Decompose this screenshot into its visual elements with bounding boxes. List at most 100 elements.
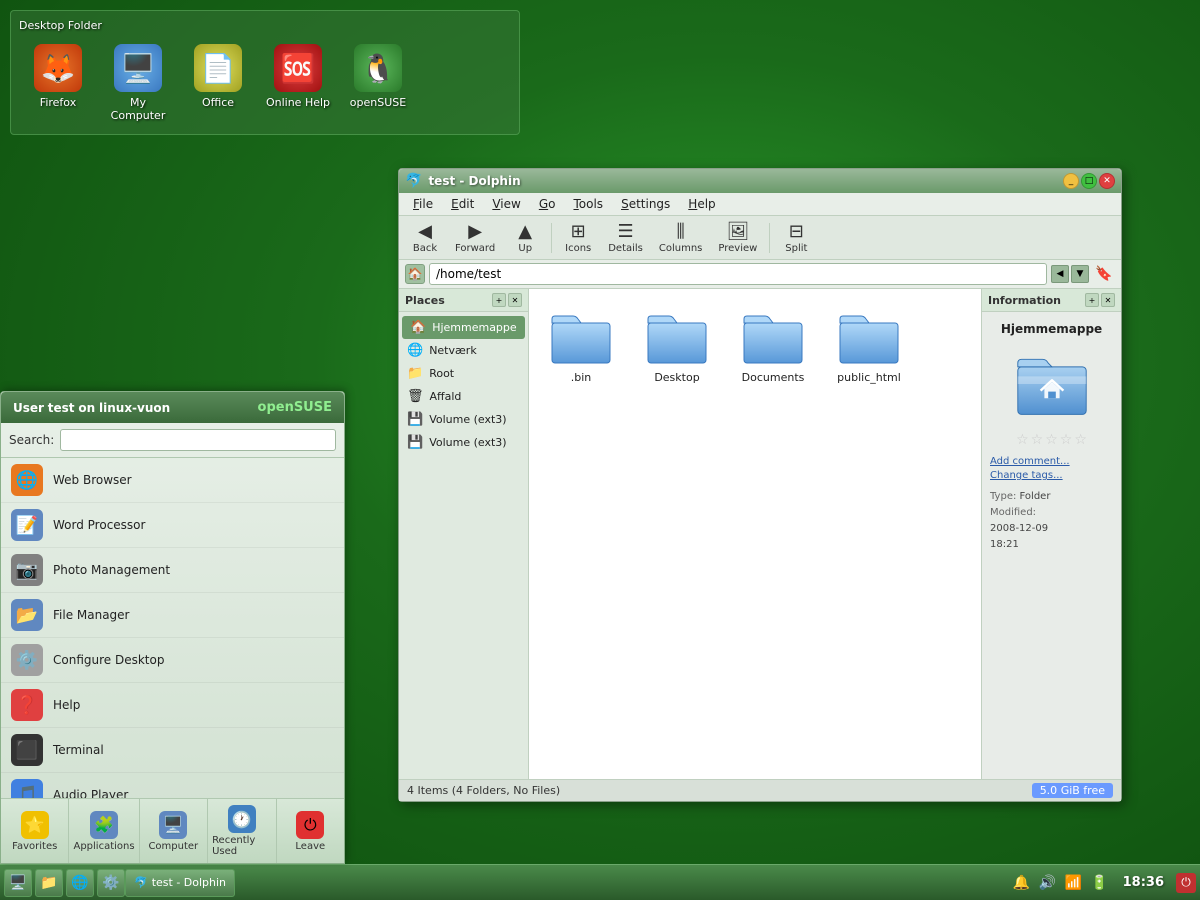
maximize-button[interactable]: □ xyxy=(1081,173,1097,189)
tray-icon-2[interactable]: 📶 xyxy=(1063,872,1085,894)
app-menu-icon-file-manager: 📂 xyxy=(11,599,43,631)
places-item-hjemmemappe[interactable]: 🏠 Hjemmemappe xyxy=(402,316,525,339)
menu-edit[interactable]: Edit xyxy=(443,195,482,213)
app-menu-item-web-browser[interactable]: 🌐 Web Browser xyxy=(1,458,344,503)
file-item-desktop[interactable]: Desktop xyxy=(637,301,717,388)
storage-value: 5.0 xyxy=(1040,784,1058,797)
places-item-affald[interactable]: 🗑 Affald xyxy=(399,385,528,408)
taskbar-clock: 18:36 xyxy=(1115,875,1172,890)
info-expand-button[interactable]: + xyxy=(1085,293,1099,307)
desktop-icon-emoji-opensuse: 🐧 xyxy=(361,52,396,85)
toolbar-columns[interactable]: ⫼ Columns xyxy=(653,219,709,256)
file-label-bin: .bin xyxy=(571,371,592,384)
window-title: test - Dolphin xyxy=(428,174,1057,188)
app-menu-item-terminal[interactable]: ⬛ Terminal xyxy=(1,728,344,773)
app-menu-item-configure-desktop[interactable]: ⚙️ Configure Desktop xyxy=(1,638,344,683)
desktop-icon-opensuse[interactable]: 🐧 openSUSE xyxy=(343,44,413,122)
footer-icon-computer: 🖥️ xyxy=(159,811,187,839)
app-menu-footer-applications[interactable]: 🧩 Applications xyxy=(69,799,139,863)
taskbar-app-show-desktop[interactable]: 🖥️ xyxy=(4,869,32,897)
taskbar-start: 🖥️📁🌐⚙️ xyxy=(4,869,125,897)
menu-help[interactable]: Help xyxy=(680,195,723,213)
places-item-netvaerk[interactable]: 🌐 Netværk xyxy=(399,339,528,362)
taskbar-window-icon: 🐬 xyxy=(134,876,148,889)
menu-tools[interactable]: Tools xyxy=(565,195,611,213)
close-button[interactable]: ✕ xyxy=(1099,173,1115,189)
location-bookmark-button[interactable]: 🔖 xyxy=(1093,263,1115,285)
toolbar-details[interactable]: ☰ Details xyxy=(602,219,649,256)
desktop-icon-online-help[interactable]: 🆘 Online Help xyxy=(263,44,333,122)
desktop-icon-my-computer[interactable]: 🖥️ MyComputer xyxy=(103,44,173,122)
taskbar-window-button[interactable]: 🐬 test - Dolphin xyxy=(125,869,235,897)
minimize-button[interactable]: _ xyxy=(1063,173,1079,189)
desktop-icon-firefox[interactable]: 🦊 Firefox xyxy=(23,44,93,122)
app-menu-footer-computer[interactable]: 🖥️ Computer xyxy=(140,799,208,863)
info-close-button[interactable]: ✕ xyxy=(1101,293,1115,307)
window-titlebar: 🐬 test - Dolphin _ □ ✕ xyxy=(399,169,1121,193)
places-label-affald: Affald xyxy=(430,390,462,403)
location-nav-left[interactable]: ◀ xyxy=(1051,265,1069,283)
info-stars[interactable]: ☆ ☆ ☆ ☆ ☆ xyxy=(1016,432,1087,448)
power-icon[interactable]: ⏻ xyxy=(1176,873,1196,893)
menu-file[interactable]: File xyxy=(405,195,441,213)
info-ctrl-buttons: + ✕ xyxy=(1085,293,1115,307)
location-nav-down[interactable]: ▼ xyxy=(1071,265,1089,283)
app-menu-item-audio-player[interactable]: 🎵 Audio Player xyxy=(1,773,344,798)
tray-icon-0[interactable]: 🔔 xyxy=(1011,872,1033,894)
taskbar: 🖥️📁🌐⚙️ 🐬 test - Dolphin 🔔🔊📶🔋 18:36 ⏻ xyxy=(0,864,1200,900)
hostname: linux-vuon xyxy=(99,401,170,415)
toolbar-split[interactable]: ⊟ Split xyxy=(776,219,816,256)
change-tags-link[interactable]: Change tags... xyxy=(990,470,1113,481)
icons-icon: ⊞ xyxy=(571,221,586,242)
location-home-button[interactable]: 🏠 xyxy=(405,264,425,284)
app-menu-footer-favorites[interactable]: ⭐ Favorites xyxy=(1,799,69,863)
places-icon-netvaerk: 🌐 xyxy=(407,343,423,358)
tray-icon-3[interactable]: 🔋 xyxy=(1089,872,1111,894)
menu-view[interactable]: View xyxy=(484,195,528,213)
taskbar-app-browser-tb[interactable]: 🌐 xyxy=(66,869,94,897)
toolbar-preview[interactable]: 🖼 Preview xyxy=(712,219,763,256)
back-icon: ◀ xyxy=(418,221,432,242)
desktop-icon-emoji-firefox: 🦊 xyxy=(41,52,76,85)
file-item-bin[interactable]: .bin xyxy=(541,301,621,388)
file-icon-documents xyxy=(741,305,805,369)
tray-icon-1[interactable]: 🔊 xyxy=(1037,872,1059,894)
desktop-icons: 🦊 Firefox 🖥️ MyComputer 📄 Office 🆘 Onlin… xyxy=(19,40,511,126)
app-menu-user-info: User test on linux-vuon xyxy=(13,401,170,415)
footer-label-computer: Computer xyxy=(148,841,198,852)
star-1[interactable]: ☆ xyxy=(1016,432,1029,448)
app-menu-item-word-processor[interactable]: 📝 Word Processor xyxy=(1,503,344,548)
app-menu-item-photo-management[interactable]: 📷 Photo Management xyxy=(1,548,344,593)
menu-go[interactable]: Go xyxy=(531,195,564,213)
search-input[interactable] xyxy=(60,429,336,451)
toolbar-forward[interactable]: ▶ Forward xyxy=(449,219,501,256)
taskbar-app-file-manager-tb[interactable]: 📁 xyxy=(35,869,63,897)
app-menu-footer-recently-used[interactable]: 🕐 Recently Used xyxy=(208,799,276,863)
places-item-volume-ext3-2[interactable]: 💾 Volume (ext3) xyxy=(399,431,528,454)
add-comment-link[interactable]: Add comment... xyxy=(990,456,1113,467)
app-menu-item-file-manager[interactable]: 📂 File Manager xyxy=(1,593,344,638)
file-item-public_html[interactable]: public_html xyxy=(829,301,909,388)
places-item-root[interactable]: 📁 Root xyxy=(399,362,528,385)
places-close-button[interactable]: ✕ xyxy=(508,293,522,307)
app-menu-item-help[interactable]: ❓ Help xyxy=(1,683,344,728)
file-item-documents[interactable]: Documents xyxy=(733,301,813,388)
places-expand-button[interactable]: + xyxy=(492,293,506,307)
desktop-icon-office[interactable]: 📄 Office xyxy=(183,44,253,122)
star-4[interactable]: ☆ xyxy=(1060,432,1073,448)
star-3[interactable]: ☆ xyxy=(1045,432,1058,448)
taskbar-app-settings-tb[interactable]: ⚙️ xyxy=(97,869,125,897)
toolbar-icons[interactable]: ⊞ Icons xyxy=(558,219,598,256)
storage-unit: GiB free xyxy=(1061,784,1105,797)
app-menu-footer-leave[interactable]: ⏻ Leave xyxy=(277,799,344,863)
desktop-icon-img-online-help: 🆘 xyxy=(274,44,322,92)
columns-icon: ⫼ xyxy=(677,221,685,242)
info-links: Add comment... Change tags... xyxy=(990,456,1113,481)
star-2[interactable]: ☆ xyxy=(1031,432,1044,448)
menu-settings[interactable]: Settings xyxy=(613,195,678,213)
toolbar-back[interactable]: ◀ Back xyxy=(405,219,445,256)
places-item-volume-ext3-1[interactable]: 💾 Volume (ext3) xyxy=(399,408,528,431)
star-5[interactable]: ☆ xyxy=(1074,432,1087,448)
toolbar-up[interactable]: ▲ Up xyxy=(505,219,545,256)
modified-value: 2008-12-0918:21 xyxy=(990,523,1048,550)
